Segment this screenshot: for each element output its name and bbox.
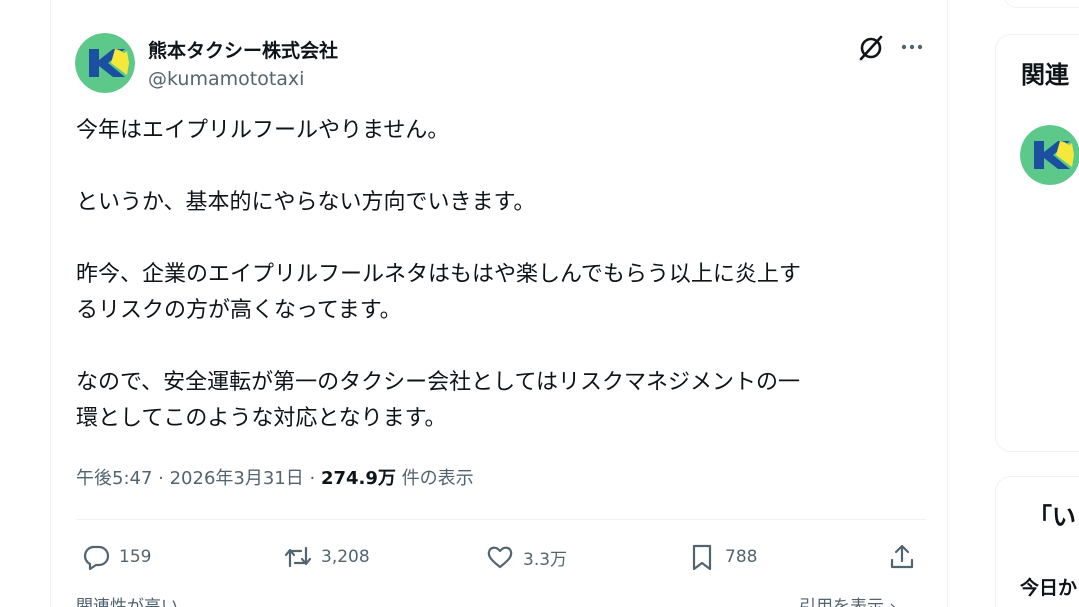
- share-icon: [890, 544, 914, 569]
- bookmark-button[interactable]: 788: [687, 540, 757, 574]
- view-quotes-link[interactable]: 引用を表示 ›: [799, 592, 896, 607]
- display-name[interactable]: 熊本タクシー株式会社: [148, 36, 338, 63]
- share-button[interactable]: [887, 540, 917, 574]
- divider: [76, 519, 926, 520]
- retweet-count: 3,208: [321, 547, 370, 567]
- like-button[interactable]: 3.3万: [485, 540, 567, 574]
- tweet-meta: 午後5:47 · 2026年3月31日 · 274.9万 件の表示: [76, 464, 474, 490]
- related-accounts-card: 関連: [995, 34, 1079, 452]
- views-label: 件の表示: [395, 468, 474, 489]
- related-title: 関連: [1021, 61, 1069, 89]
- retweet-button[interactable]: 3,208: [283, 540, 370, 574]
- tweet-date[interactable]: 2026年3月31日: [170, 468, 304, 489]
- sort-relevance-dropdown[interactable]: 関連性が高い ⌄: [76, 592, 198, 607]
- reply-count: 159: [119, 547, 152, 567]
- views-count: 274.9万: [320, 468, 396, 489]
- more-icon[interactable]: [898, 33, 926, 61]
- kumamoto-taxi-logo-icon: [75, 33, 135, 93]
- tweet-detail: 熊本タクシー株式会社 @kumamototaxi 今年はエイプリルフールやりませ…: [50, 0, 948, 607]
- bookmark-count: 788: [725, 547, 758, 567]
- meta-separator: ·: [303, 468, 321, 489]
- reply-icon: [83, 545, 110, 571]
- bookmark-icon: [692, 544, 712, 571]
- avatar[interactable]: [75, 33, 135, 93]
- retweet-icon: [284, 546, 312, 568]
- handle[interactable]: @kumamototaxi: [148, 68, 304, 90]
- like-icon: [487, 546, 513, 569]
- meta-separator: ·: [152, 468, 170, 489]
- like-count: 3.3万: [523, 549, 568, 570]
- sidebar-top-card: [1003, 0, 1079, 8]
- tweet-text: 今年はエイプリルフールやりません。 というか、基本的にやらない方向でいきます。 …: [76, 118, 801, 431]
- related-account-avatar[interactable]: [1020, 125, 1079, 185]
- trend-card: 「い 今日か: [995, 476, 1079, 607]
- trend-subtitle[interactable]: 今日か: [1020, 573, 1077, 600]
- reply-button[interactable]: 159: [81, 540, 151, 574]
- trend-title: 「い: [1028, 503, 1076, 531]
- grok-icon[interactable]: [857, 34, 885, 62]
- kumamoto-taxi-logo-icon: [1020, 125, 1079, 185]
- tweet-time[interactable]: 午後5:47: [76, 468, 152, 489]
